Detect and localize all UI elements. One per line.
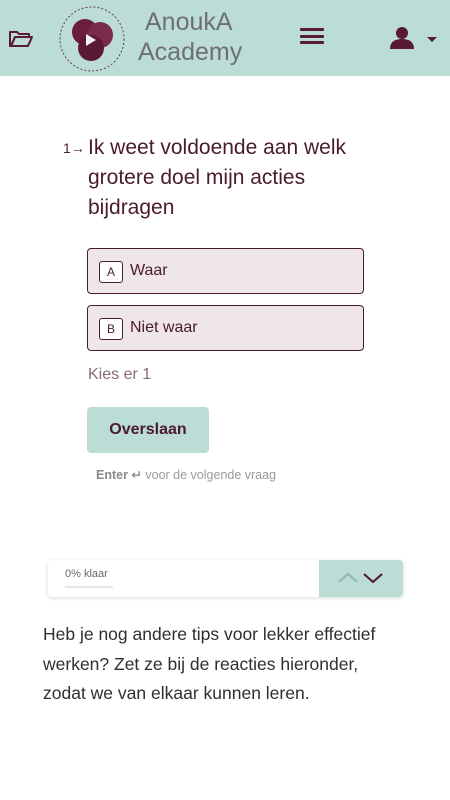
- brand-line-1: AnoukA: [145, 8, 233, 36]
- caret-down-icon: [427, 37, 437, 42]
- progress-panel: 0% klaar: [48, 560, 403, 597]
- enter-hint-text: voor de volgende vraag: [145, 468, 277, 482]
- user-menu-button[interactable]: [388, 24, 440, 54]
- progress-label: 0% klaar: [65, 568, 108, 580]
- question-number: 1→: [63, 140, 85, 156]
- question-text: Ik weet voldoende aan welk grotere doel …: [88, 136, 346, 219]
- skip-button[interactable]: Overslaan: [87, 407, 209, 453]
- app-header: AnoukA Academy: [0, 0, 450, 76]
- chevron-down-icon[interactable]: [362, 569, 384, 587]
- progress-bar: [65, 586, 113, 588]
- brand-line-2: Academy: [138, 38, 243, 66]
- option-key: A: [99, 261, 123, 283]
- enter-hint: Enter ↵ voor de volgende vraag: [96, 467, 276, 482]
- user-icon: [390, 27, 414, 49]
- option-b[interactable]: B Niet waar: [87, 305, 364, 351]
- option-label: Waar: [130, 262, 168, 279]
- question-navigation: [319, 560, 403, 597]
- option-key: B: [99, 318, 123, 340]
- hamburger-menu-icon[interactable]: [300, 28, 324, 48]
- choose-hint: Kies er 1: [88, 366, 152, 383]
- option-label: Niet waar: [130, 319, 198, 336]
- brand-name: AnoukA Academy: [138, 7, 242, 67]
- folder-open-icon[interactable]: [8, 28, 34, 50]
- enter-key-label: Enter ↵: [96, 468, 142, 482]
- reaction-prompt: Heb je nog andere tips voor lekker effec…: [43, 624, 376, 703]
- chevron-up-icon[interactable]: [337, 569, 359, 587]
- option-a[interactable]: A Waar: [87, 248, 364, 294]
- academy-logo[interactable]: [58, 5, 126, 73]
